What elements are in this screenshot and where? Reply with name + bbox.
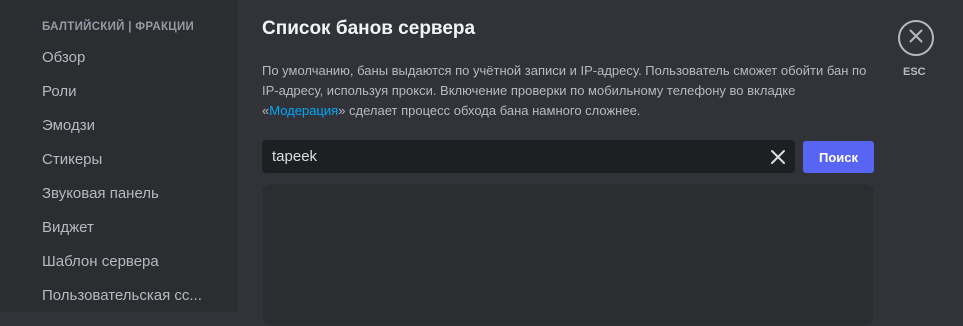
- sidebar-item-widget[interactable]: Виджет: [42, 219, 218, 236]
- sidebar-item-stickers[interactable]: Стикеры: [42, 151, 218, 168]
- close-settings: ESC: [898, 20, 934, 78]
- server-name-header: БАЛТИЙСКИЙ | ФРАКЦИИ: [42, 21, 195, 33]
- main-content: Список банов сервера По умолчанию, баны …: [238, 0, 963, 326]
- sidebar-item-overview[interactable]: Обзор: [42, 49, 218, 66]
- moderation-link[interactable]: Модерация: [269, 103, 338, 118]
- settings-sidebar: БАЛТИЙСКИЙ | ФРАКЦИИ Обзор Роли Эмодзи С…: [0, 0, 238, 312]
- sidebar-item-emoji[interactable]: Эмодзи: [42, 117, 218, 134]
- sidebar-item-vanity-url[interactable]: Пользовательская сс...: [42, 287, 218, 304]
- esc-keybind-label: ESC: [903, 66, 926, 78]
- search-box: [262, 140, 795, 173]
- description-text-end: » сделает процесс обхода бана намного сл…: [338, 103, 641, 118]
- page-description: По умолчанию, баны выдаются по учётной з…: [262, 61, 874, 121]
- sidebar-item-server-template[interactable]: Шаблон сервера: [42, 253, 218, 270]
- ban-list-panel: [262, 184, 874, 326]
- page-title: Список банов сервера: [262, 18, 476, 39]
- close-icon[interactable]: [769, 148, 787, 166]
- sidebar-item-roles[interactable]: Роли: [42, 83, 218, 100]
- search-button[interactable]: Поиск: [803, 141, 874, 173]
- search-input[interactable]: [272, 140, 752, 173]
- sidebar-item-soundboard[interactable]: Звуковая панель: [42, 185, 218, 202]
- close-button[interactable]: [898, 20, 934, 56]
- close-circle-icon: [909, 29, 923, 48]
